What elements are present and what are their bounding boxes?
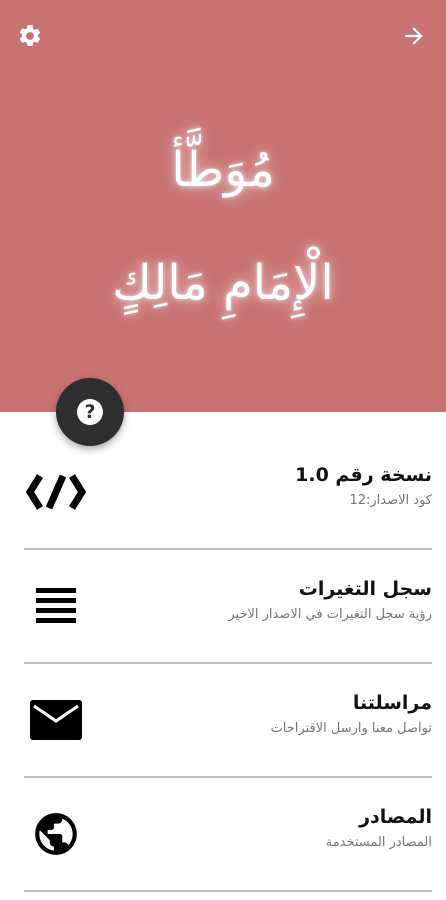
sources-subtitle: المصادر المستخدمة xyxy=(325,835,432,850)
mail-icon xyxy=(24,690,88,750)
list-icon xyxy=(24,576,88,636)
help-icon: ? xyxy=(77,399,103,425)
globe-icon xyxy=(24,804,88,864)
about-list: نسخة رقم 1.0 كود الاصدار:12 سجل التغيرات… xyxy=(0,436,446,892)
gear-icon xyxy=(19,25,41,46)
version-title: نسخة رقم 1.0 xyxy=(295,464,432,486)
list-item-changelog[interactable]: سجل التغيرات رؤية سجل التغيرات في الاصدا… xyxy=(24,550,432,664)
list-item-version[interactable]: نسخة رقم 1.0 كود الاصدار:12 xyxy=(24,436,432,550)
list-item-contact[interactable]: مراسلتنا تواصل معنا وارسل الاقتراحات xyxy=(24,664,432,778)
forward-button[interactable] xyxy=(396,18,432,54)
list-item-sources[interactable]: المصادر المصادر المستخدمة xyxy=(24,778,432,892)
app-title-line2: الْإِمَامِ مَالِكٍ xyxy=(112,255,334,311)
arrow-right-icon xyxy=(405,27,423,45)
code-icon xyxy=(24,462,88,522)
changelog-subtitle: رؤية سجل التغيرات في الاصدار الاخير xyxy=(228,607,432,622)
contact-title: مراسلتنا xyxy=(352,692,432,714)
header-banner: مُوَطَّأ الْإِمَامِ مَالِكٍ xyxy=(0,0,446,412)
version-subtitle: كود الاصدار:12 xyxy=(349,493,432,508)
app-title-line1: مُوَطَّأ xyxy=(171,142,275,198)
settings-button[interactable] xyxy=(12,18,48,54)
contact-subtitle: تواصل معنا وارسل الاقتراحات xyxy=(270,721,432,736)
changelog-title: سجل التغيرات xyxy=(298,578,432,600)
sources-title: المصادر xyxy=(359,806,432,828)
